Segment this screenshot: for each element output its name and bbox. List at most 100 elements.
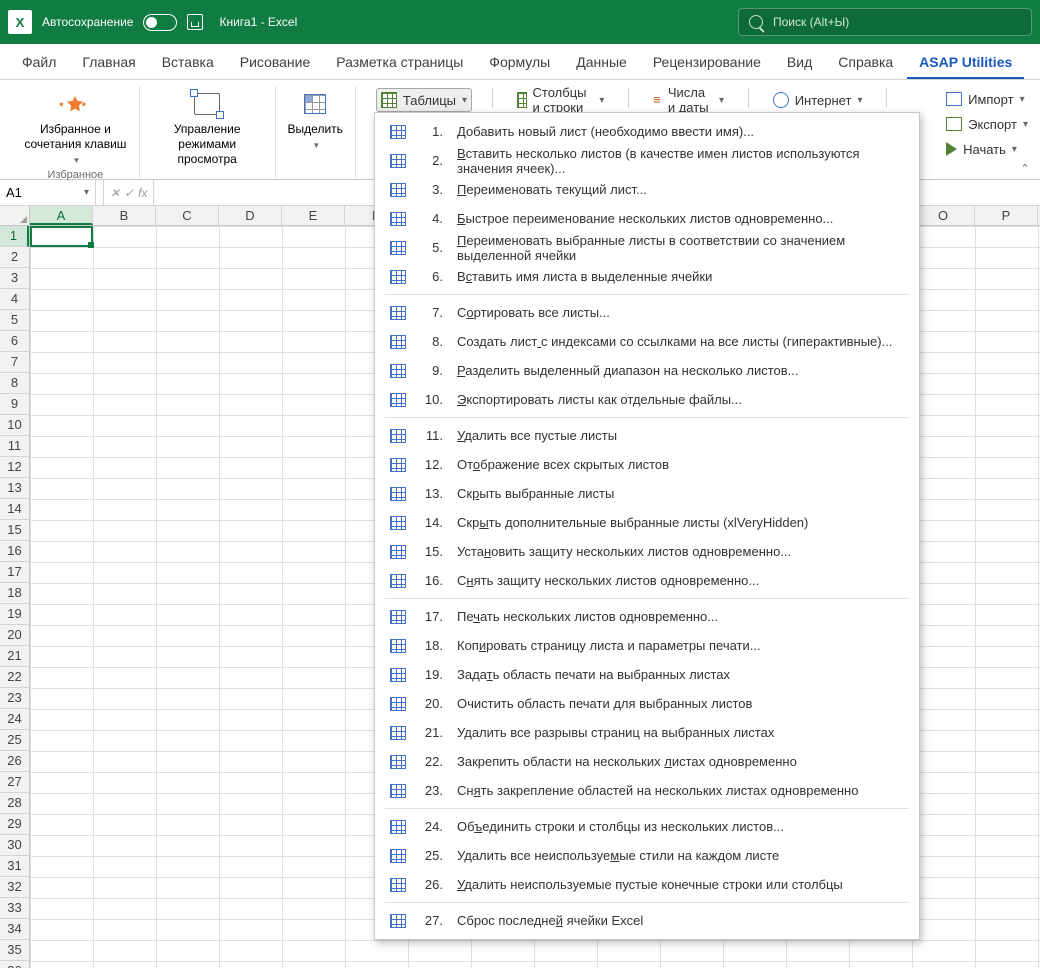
ribbon-tab-1[interactable]: Главная [70, 47, 147, 79]
menu-item[interactable]: 10.Экспортировать листы как отдельные фа… [375, 385, 919, 414]
row-header[interactable]: 5 [0, 310, 29, 331]
row-header[interactable]: 26 [0, 751, 29, 772]
select-button[interactable]: Выделить▾ [288, 86, 343, 161]
menu-item[interactable]: 21.Удалить все разрывы страниц на выбран… [375, 718, 919, 747]
ribbon-tab-9[interactable]: Справка [826, 47, 905, 79]
import-button[interactable]: Импорт ▾ [946, 88, 1028, 110]
fill-handle[interactable] [88, 242, 94, 248]
row-header[interactable]: 14 [0, 499, 29, 520]
ribbon-collapse-button[interactable]: ⌃ [1016, 161, 1034, 175]
row-header[interactable]: 19 [0, 604, 29, 625]
ribbon-tab-2[interactable]: Вставка [150, 47, 226, 79]
menu-item[interactable]: 14.Скрыть дополнительные выбранные листы… [375, 508, 919, 537]
row-header[interactable]: 7 [0, 352, 29, 373]
row-header[interactable]: 33 [0, 898, 29, 919]
row-header[interactable]: 32 [0, 877, 29, 898]
ribbon-tab-0[interactable]: Файл [10, 47, 68, 79]
menu-item[interactable]: 22.Закрепить области на нескольких листа… [375, 747, 919, 776]
row-header[interactable]: 34 [0, 919, 29, 940]
menu-item[interactable]: 8.Создать лист с индексами со ссылками н… [375, 327, 919, 356]
menu-item[interactable]: 11.Удалить все пустые листы [375, 421, 919, 450]
selected-cell[interactable] [30, 226, 93, 247]
menu-item[interactable]: 15.Установить защиту нескольких листов о… [375, 537, 919, 566]
ribbon-tab-5[interactable]: Формулы [477, 47, 562, 79]
row-header[interactable]: 8 [0, 373, 29, 394]
column-header[interactable]: C [156, 206, 219, 225]
menu-item[interactable]: 26.Удалить неиспользуемые пустые конечны… [375, 870, 919, 899]
menu-item[interactable]: 1.Добавить новый лист (необходимо ввести… [375, 117, 919, 146]
row-header[interactable]: 10 [0, 415, 29, 436]
row-header[interactable]: 17 [0, 562, 29, 583]
menu-item[interactable]: 27.Сброс последней ячейки Excel [375, 906, 919, 935]
row-header[interactable]: 11 [0, 436, 29, 457]
fx-icon[interactable]: fx [138, 186, 147, 200]
ribbon-tab-3[interactable]: Рисование [228, 47, 323, 79]
tables-dropdown[interactable]: Таблицы ▾ [376, 88, 472, 112]
menu-item[interactable]: 2.Вставить несколько листов (в качестве … [375, 146, 919, 175]
row-header[interactable]: 36 [0, 961, 29, 968]
row-header[interactable]: 20 [0, 625, 29, 646]
enter-icon[interactable]: ✓ [124, 186, 134, 200]
ribbon-tab-7[interactable]: Рецензирование [641, 47, 773, 79]
row-header[interactable]: 25 [0, 730, 29, 751]
menu-item[interactable]: 16.Снять защиту нескольких листов одновр… [375, 566, 919, 595]
menu-item[interactable]: 7.Сортировать все листы... [375, 298, 919, 327]
columns-rows-dropdown[interactable]: Столбцы и строки ▾ [513, 88, 609, 112]
manage-views-button[interactable]: Управлениережимами просмотра [152, 86, 263, 167]
menu-item[interactable]: 25.Удалить все неиспользуемые стили на к… [375, 841, 919, 870]
row-header[interactable]: 18 [0, 583, 29, 604]
row-header[interactable]: 9 [0, 394, 29, 415]
menu-item[interactable]: 17.Печать нескольких листов одновременно… [375, 602, 919, 631]
ribbon-tab-8[interactable]: Вид [775, 47, 824, 79]
row-header[interactable]: 27 [0, 772, 29, 793]
column-header[interactable]: D [219, 206, 282, 225]
menu-item[interactable]: 19.Задать область печати на выбранных ли… [375, 660, 919, 689]
row-header[interactable]: 21 [0, 646, 29, 667]
export-button[interactable]: Экспорт ▾ [946, 113, 1028, 135]
column-header[interactable]: E [282, 206, 345, 225]
row-header[interactable]: 22 [0, 667, 29, 688]
menu-item[interactable]: 24.Объединить строки и столбцы из нескол… [375, 812, 919, 841]
search-box[interactable]: Поиск (Alt+Ы) [738, 8, 1032, 36]
favorites-button[interactable]: Избранное исочетания клавиш ▾ [24, 86, 127, 167]
row-header[interactable]: 31 [0, 856, 29, 877]
column-header[interactable]: O [912, 206, 975, 225]
row-header[interactable]: 13 [0, 478, 29, 499]
row-header[interactable]: 1 [0, 226, 29, 247]
start-button[interactable]: Начать ▾ [946, 138, 1028, 160]
menu-item[interactable]: 18.Копировать страницу листа и параметры… [375, 631, 919, 660]
column-header[interactable]: A [30, 206, 93, 225]
numbers-dates-dropdown[interactable]: ≡ Числа и даты ▾ [649, 88, 728, 112]
menu-item[interactable]: 9.Разделить выделенный диапазон на неско… [375, 356, 919, 385]
row-header[interactable]: 29 [0, 814, 29, 835]
menu-item[interactable]: 4.Быстрое переименование нескольких лист… [375, 204, 919, 233]
row-header[interactable]: 24 [0, 709, 29, 730]
row-header[interactable]: 4 [0, 289, 29, 310]
menu-item[interactable]: 3.Переименовать текущий лист... [375, 175, 919, 204]
menu-item[interactable]: 6.Вставить имя листа в выделенные ячейки [375, 262, 919, 291]
menu-item[interactable]: 12.Отображение всех скрытых листов [375, 450, 919, 479]
cancel-icon[interactable]: ✕ [110, 186, 120, 200]
row-header[interactable]: 2 [0, 247, 29, 268]
column-header[interactable]: P [975, 206, 1038, 225]
ribbon-tab-10[interactable]: ASAP Utilities [907, 47, 1024, 79]
row-header[interactable]: 15 [0, 520, 29, 541]
ribbon-tab-6[interactable]: Данные [564, 47, 639, 79]
row-header[interactable]: 16 [0, 541, 29, 562]
row-header[interactable]: 23 [0, 688, 29, 709]
column-header[interactable]: B [93, 206, 156, 225]
row-header[interactable]: 35 [0, 940, 29, 961]
internet-dropdown[interactable]: Интернет ▾ [769, 88, 867, 112]
row-header[interactable]: 30 [0, 835, 29, 856]
row-header[interactable]: 12 [0, 457, 29, 478]
select-all-corner[interactable] [0, 206, 30, 226]
menu-item[interactable]: 20.Очистить область печати для выбранных… [375, 689, 919, 718]
row-header[interactable]: 6 [0, 331, 29, 352]
row-header[interactable]: 28 [0, 793, 29, 814]
autosave-toggle[interactable] [143, 14, 177, 31]
menu-item[interactable]: 13.Скрыть выбранные листы [375, 479, 919, 508]
row-header[interactable]: 3 [0, 268, 29, 289]
menu-item[interactable]: 23.Снять закрепление областей на несколь… [375, 776, 919, 805]
save-icon[interactable] [187, 14, 203, 30]
menu-item[interactable]: 5.Переименовать выбранные листы в соотве… [375, 233, 919, 262]
